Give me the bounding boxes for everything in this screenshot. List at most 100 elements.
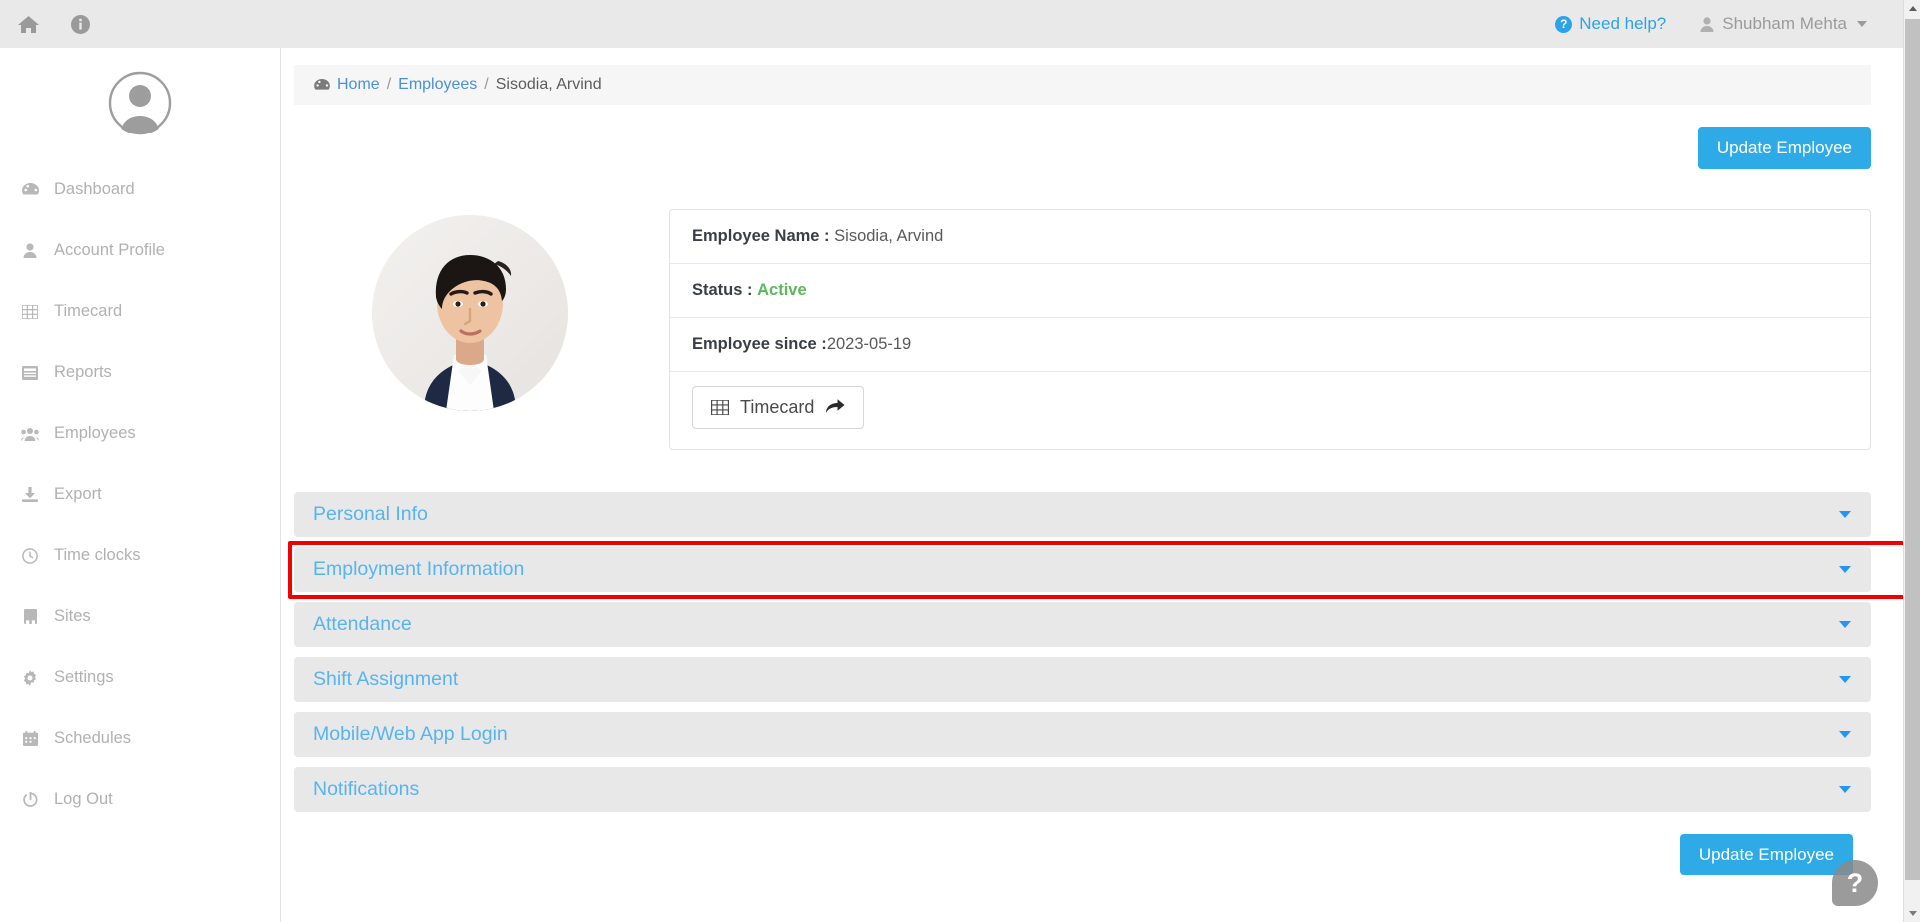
table-grid-icon (711, 399, 729, 415)
employee-timecard-row: Timecard (670, 372, 1870, 449)
power-off-icon (21, 791, 39, 808)
sidebar-nav: Dashboard Account Profile Timecard Repor… (0, 171, 280, 818)
sidebar-item-label: Log Out (54, 790, 113, 808)
breadcrumb-employees-link[interactable]: Employees (398, 76, 477, 94)
sidebar: Dashboard Account Profile Timecard Repor… (0, 48, 281, 922)
sidebar-item-export[interactable]: Export (0, 476, 280, 513)
accordion-panel-notifications[interactable]: Notifications (294, 766, 1871, 812)
employee-since-value: 2023-05-19 (826, 334, 912, 353)
employee-since-row: Employee since :2023-05-19 (670, 318, 1870, 372)
timecard-button[interactable]: Timecard (692, 385, 865, 429)
caret-down-icon (1839, 785, 1851, 793)
info-icon[interactable] (71, 14, 90, 34)
caret-down-icon (1839, 730, 1851, 738)
employee-photo (372, 214, 568, 411)
caret-down-icon (1839, 565, 1851, 573)
update-employee-bottom-row: Update Employee (281, 833, 1853, 876)
sidebar-item-label: Reports (54, 363, 112, 381)
user-name-label: Shubham Mehta (1722, 14, 1847, 33)
employee-sections-accordion: Personal Info Employment Information Att… (288, 491, 1920, 812)
page-scrollbar[interactable] (1903, 0, 1920, 922)
users-group-icon (21, 427, 39, 441)
question-circle-icon: ? (1555, 15, 1573, 33)
status-badge: Active (757, 280, 807, 299)
dashboard-icon (21, 183, 39, 196)
update-employee-top-row: Update Employee (281, 127, 1871, 169)
breadcrumb-home-link[interactable]: Home (337, 76, 380, 94)
dashboard-icon (314, 79, 330, 91)
sidebar-item-account-profile[interactable]: Account Profile (0, 232, 280, 269)
employee-info-card: Employee Name : Sisodia, Arvind Status :… (669, 208, 1871, 450)
main-content: Home / Employees / Sisodia, Arvind Updat… (281, 48, 1920, 922)
caret-down-icon (1839, 620, 1851, 628)
accordion-panel-personal-info[interactable]: Personal Info (294, 491, 1871, 537)
scroll-up-arrow-icon[interactable] (1904, 0, 1920, 17)
accordion-panel-label: Employment Information (313, 557, 525, 580)
download-icon (21, 487, 39, 502)
accordion-panel-attendance[interactable]: Attendance (294, 601, 1871, 647)
user-icon (1700, 16, 1714, 32)
caret-down-icon (1839, 675, 1851, 683)
employee-header: Employee Name : Sisodia, Arvind Status :… (294, 208, 1871, 450)
calendar-icon (21, 731, 39, 746)
employee-status-row: Status : Active (670, 264, 1870, 318)
timecard-button-label: Timecard (740, 396, 815, 417)
share-arrow-icon (825, 398, 845, 417)
top-bar-left (0, 14, 90, 34)
sidebar-item-employees[interactable]: Employees (0, 415, 280, 452)
accordion-panel-mobile-web-app-login[interactable]: Mobile/Web App Login (294, 711, 1871, 757)
sidebar-item-label: Timecard (54, 302, 123, 320)
sidebar-item-time-clocks[interactable]: Time clocks (0, 537, 280, 574)
scrollbar-thumb[interactable] (1905, 19, 1920, 880)
help-bubble-glyph: ? (1846, 867, 1864, 898)
need-help-link[interactable]: ? Need help? (1555, 14, 1666, 34)
default-user-avatar (108, 71, 172, 135)
caret-down-icon (1839, 510, 1851, 518)
top-bar-right: ? Need help? Shubham Mehta (1555, 14, 1903, 34)
employee-name-label: Employee Name : (692, 226, 830, 245)
employee-since-label: Employee since : (692, 334, 827, 353)
sidebar-item-dashboard[interactable]: Dashboard (0, 171, 280, 208)
sidebar-item-label: Account Profile (54, 241, 165, 259)
home-icon[interactable] (18, 15, 39, 34)
employee-name-value: Sisodia, Arvind (834, 226, 944, 245)
caret-down-icon (1857, 21, 1867, 27)
update-employee-button-top[interactable]: Update Employee (1697, 127, 1871, 169)
sidebar-item-settings[interactable]: Settings (0, 659, 280, 696)
gear-icon (21, 669, 39, 686)
sidebar-item-label: Time clocks (54, 546, 141, 564)
employee-status-label: Status : (692, 280, 753, 299)
sidebar-item-label: Settings (54, 668, 114, 686)
breadcrumb-separator: / (386, 76, 392, 93)
sidebar-item-label: Dashboard (54, 180, 135, 198)
user-icon (21, 243, 39, 258)
page-root: ? Need help? Shubham Mehta Dashboard Acc… (0, 0, 1920, 922)
sidebar-item-reports[interactable]: Reports (0, 354, 280, 391)
sidebar-item-label: Schedules (54, 729, 132, 747)
top-bar: ? Need help? Shubham Mehta (0, 0, 1903, 48)
building-icon (21, 609, 39, 624)
employee-name-row: Employee Name : Sisodia, Arvind (670, 210, 1870, 264)
sidebar-item-label: Employees (54, 424, 136, 442)
table-grid-icon (21, 304, 39, 319)
report-list-icon (21, 365, 39, 380)
accordion-panel-label: Shift Assignment (313, 667, 459, 690)
sidebar-item-label: Export (54, 485, 102, 503)
scroll-down-arrow-icon[interactable] (1904, 905, 1920, 922)
help-chat-bubble[interactable]: ? (1832, 860, 1878, 906)
accordion-panel-employment-information[interactable]: Employment Information (288, 540, 1920, 599)
sidebar-item-sites[interactable]: Sites (0, 598, 280, 635)
clock-icon (21, 547, 39, 564)
accordion-panel-label: Personal Info (313, 502, 428, 525)
sidebar-item-schedules[interactable]: Schedules (0, 720, 280, 757)
need-help-label: Need help? (1579, 14, 1667, 33)
user-menu[interactable]: Shubham Mehta (1700, 14, 1867, 34)
sidebar-item-timecard[interactable]: Timecard (0, 293, 280, 330)
accordion-panel-shift-assignment[interactable]: Shift Assignment (294, 656, 1871, 702)
update-employee-button-bottom[interactable]: Update Employee (1679, 833, 1853, 876)
breadcrumb-separator: / (484, 76, 489, 93)
breadcrumb: Home / Employees / Sisodia, Arvind (294, 65, 1871, 105)
accordion-panel-label: Attendance (313, 612, 412, 635)
sidebar-item-log-out[interactable]: Log Out (0, 781, 280, 818)
accordion-panel-label: Notifications (313, 777, 420, 800)
